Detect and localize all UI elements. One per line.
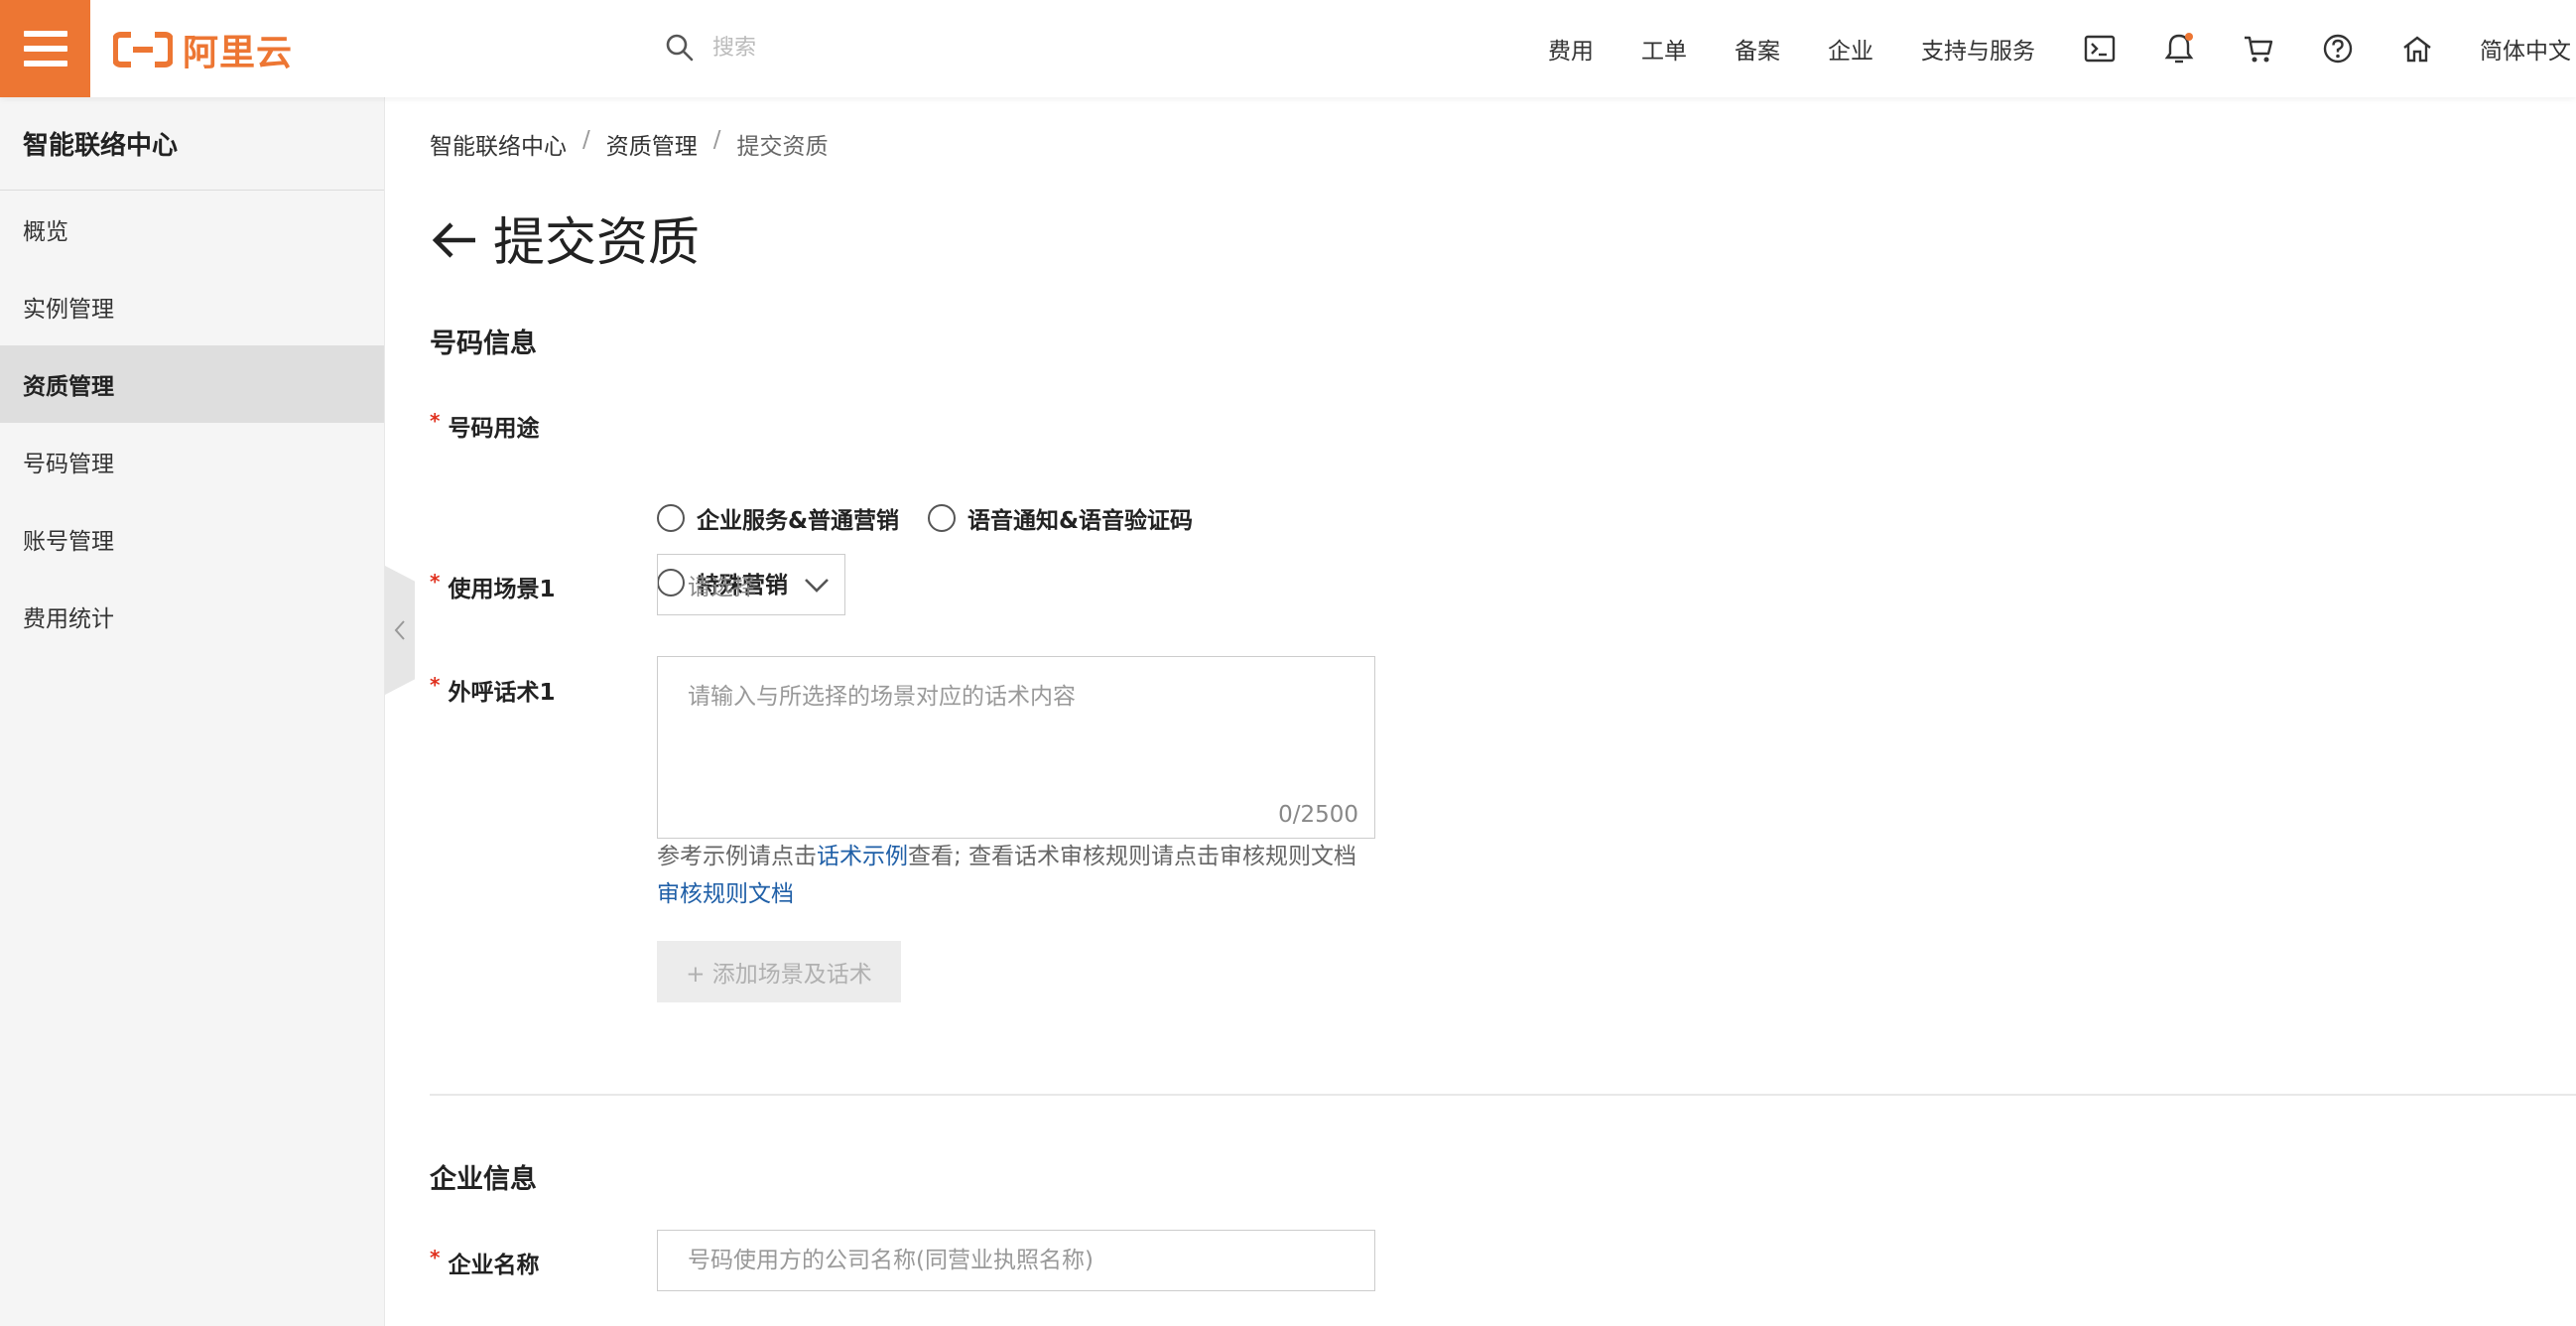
nav-link-ticket[interactable]: 工单 (1641, 32, 1687, 66)
breadcrumb-separator: / (712, 127, 721, 153)
top-nav: 费用 工单 备案 企业 支持与服务 简体中文 (1548, 0, 2571, 97)
bell-icon[interactable] (2162, 32, 2196, 66)
page-header: 提交资质 (430, 200, 700, 275)
field-label-script: * 外呼话术1 (430, 673, 555, 707)
add-scene-button[interactable]: + 添加场景及话术 (657, 941, 901, 1002)
home-icon[interactable] (2400, 32, 2434, 66)
nav-link-billing[interactable]: 费用 (1548, 32, 1594, 66)
sidebar-item-costs[interactable]: 费用统计 (0, 578, 384, 655)
script-example-link[interactable]: 话术示例 (817, 844, 908, 869)
search-input[interactable] (712, 35, 1308, 61)
breadcrumb-current: 提交资质 (736, 134, 829, 160)
section-title-company-info: 企业信息 (430, 1164, 537, 1195)
review-rules-link[interactable]: 审核规则文档 (657, 881, 794, 907)
hint-text: 参考示例请点击 (657, 844, 817, 869)
sidebar-item-numbers[interactable]: 号码管理 (0, 423, 384, 500)
sidebar-item-overview[interactable]: 概览 (0, 191, 384, 268)
radio-label: 语音通知&语音验证码 (967, 508, 1194, 534)
page-title: 提交资质 (493, 213, 701, 273)
terminal-icon[interactable] (2083, 32, 2117, 66)
required-mark: * (430, 570, 441, 594)
cart-icon[interactable] (2242, 32, 2275, 66)
brand-logo[interactable]: 阿里云 (113, 28, 293, 73)
required-mark: * (430, 673, 441, 697)
section-divider (430, 1094, 2576, 1096)
sidebar-collapse-toggle[interactable] (385, 566, 415, 695)
sidebar: 智能联络中心 概览 实例管理 资质管理 号码管理 账号管理 费用统计 (0, 97, 385, 1326)
help-icon[interactable] (2321, 32, 2355, 66)
company-name-input[interactable] (657, 1230, 1375, 1291)
char-counter: 0/2500 (1278, 802, 1358, 828)
sidebar-item-accounts[interactable]: 账号管理 (0, 500, 384, 578)
field-label-company: * 企业名称 (430, 1246, 539, 1279)
section-title-number-info: 号码信息 (430, 329, 537, 359)
radio-enterprise-marketing[interactable]: 企业服务&普通营销 (657, 501, 899, 535)
required-mark: * (430, 1246, 441, 1269)
textarea-placeholder: 请输入与所选择的场景对应的话术内容 (688, 684, 1076, 710)
field-label-scene: * 使用场景1 (430, 570, 555, 603)
field-label-text: 企业名称 (448, 1253, 540, 1278)
top-bar: 阿里云 费用 工单 备案 企业 支持与服务 (0, 0, 2576, 97)
breadcrumb: 智能联络中心 / 资质管理 / 提交资质 (430, 127, 829, 161)
breadcrumb-separator: / (582, 127, 590, 153)
field-label-text: 号码用途 (448, 416, 540, 442)
radio-circle[interactable] (657, 504, 685, 532)
sidebar-item-qualification[interactable]: 资质管理 (0, 345, 384, 423)
sidebar-title: 智能联络中心 (0, 97, 384, 191)
menu-line-icon (23, 31, 67, 37)
breadcrumb-item[interactable]: 智能联络中心 (430, 127, 567, 161)
breadcrumb-item[interactable]: 资质管理 (606, 127, 698, 161)
radio-label: 企业服务&普通营销 (697, 508, 900, 534)
script-hint: 参考示例请点击话术示例查看; 查看话术审核规则请点击审核规则文档审核规则文档 (657, 838, 1375, 913)
search-bar (665, 28, 1308, 67)
main-content: 智能联络中心 / 资质管理 / 提交资质 提交资质 号码信息 * 号码用途 企业… (430, 97, 2576, 1326)
hint-text: 查看; 查看话术审核规则请点击审核规则文档 (908, 844, 1357, 869)
radio-voice-notification[interactable]: 语音通知&语音验证码 (928, 501, 1193, 535)
radio-circle[interactable] (928, 504, 956, 532)
hamburger-menu-button[interactable] (0, 0, 90, 97)
sidebar-item-instances[interactable]: 实例管理 (0, 268, 384, 345)
select-placeholder: 请选择 (688, 575, 756, 600)
search-icon[interactable] (665, 33, 695, 63)
aliyun-logo-icon (113, 32, 173, 67)
field-label-text: 外呼话术1 (448, 680, 556, 706)
back-arrow-icon[interactable] (430, 213, 479, 263)
scene-select[interactable]: 请选择 (657, 554, 845, 615)
required-mark: * (430, 409, 441, 433)
nav-link-support[interactable]: 支持与服务 (1921, 32, 2035, 66)
nav-link-enterprise[interactable]: 企业 (1828, 32, 1873, 66)
chevron-left-icon (394, 620, 405, 640)
field-label-text: 使用场景1 (448, 577, 556, 602)
language-switch[interactable]: 简体中文 (2480, 32, 2571, 66)
nav-link-icp[interactable]: 备案 (1735, 32, 1780, 66)
script-textarea[interactable]: 请输入与所选择的场景对应的话术内容 0/2500 (657, 656, 1375, 839)
brand-name: 阿里云 (183, 33, 294, 73)
menu-line-icon (23, 46, 67, 52)
field-label-usage: * 号码用途 (430, 409, 539, 443)
menu-line-icon (23, 61, 67, 66)
chevron-down-icon (805, 579, 829, 593)
